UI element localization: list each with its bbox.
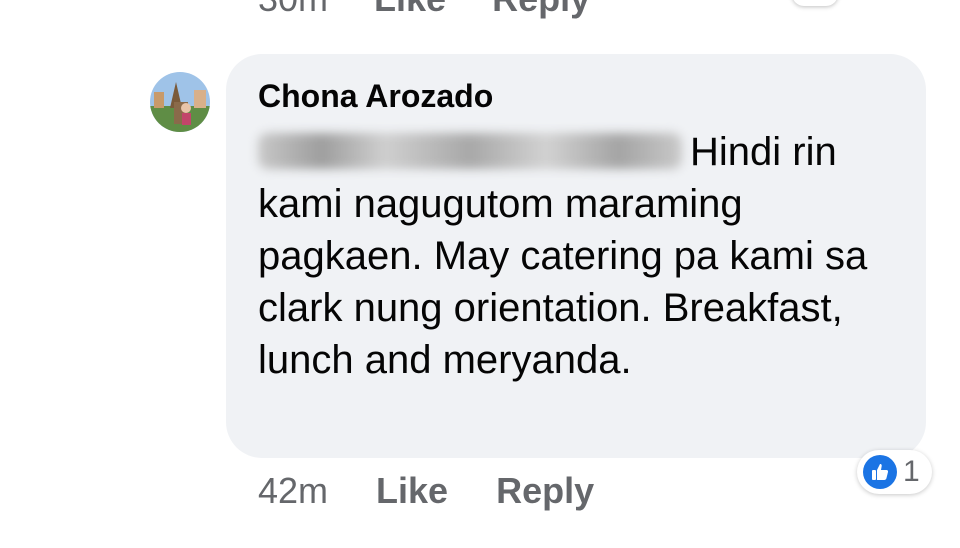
previous-comment-actions: 30m Like Reply [258, 0, 590, 20]
reaction-summary[interactable]: 1 [857, 450, 932, 494]
previous-comment-time: 30m [258, 0, 328, 20]
comment-thread: 30m Like Reply Chona Arozado Hindi rin k… [0, 0, 960, 548]
comment-actions: 42m Like Reply [258, 470, 594, 512]
like-button[interactable]: Like [376, 470, 448, 512]
comment-body: Hindi rin kami nagugutom maraming pagkae… [258, 126, 898, 386]
reply-button[interactable]: Reply [496, 470, 594, 512]
comment-timestamp[interactable]: 42m [258, 470, 328, 512]
previous-reaction-pill[interactable] [792, 0, 838, 6]
previous-like-button[interactable]: Like [374, 0, 446, 20]
reaction-count: 1 [903, 455, 920, 488]
comment-author[interactable]: Chona Arozado [258, 78, 493, 115]
redacted-mention [258, 133, 682, 169]
avatar[interactable] [150, 72, 210, 132]
thumbs-up-icon [863, 455, 897, 489]
previous-reply-button[interactable]: Reply [492, 0, 590, 20]
